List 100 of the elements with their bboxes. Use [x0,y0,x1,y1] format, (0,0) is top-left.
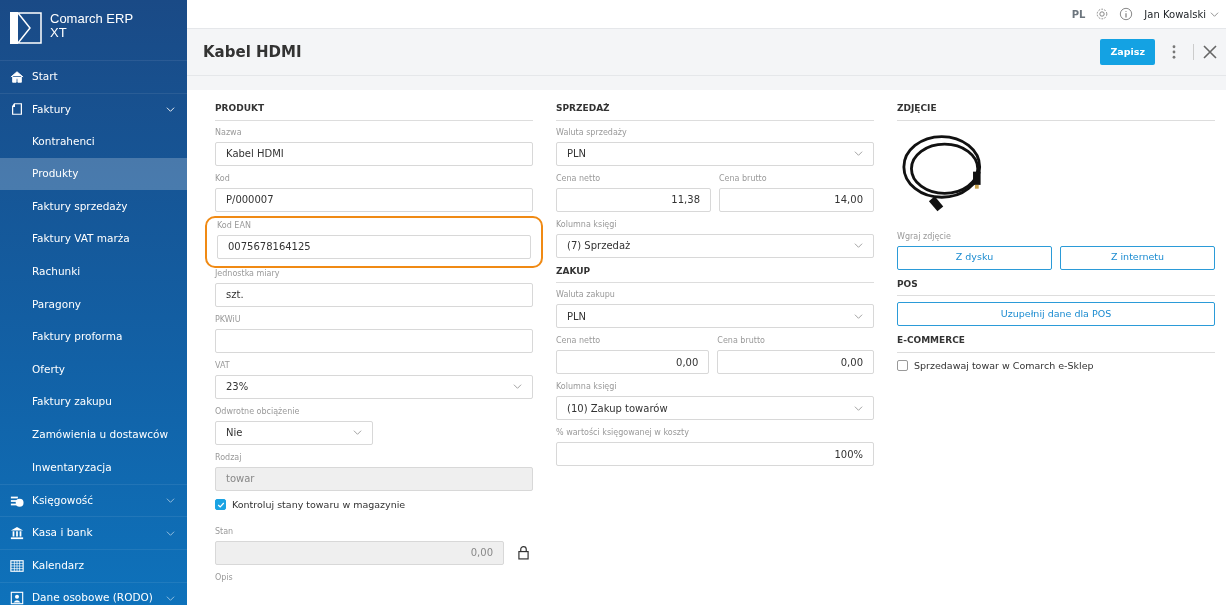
sidebar-label: Kasa i bank [32,525,94,541]
sidebar-label: Kontrahenci [32,133,96,149]
input-field[interactable] [215,328,533,353]
sidebar-item[interactable]: Kasa i bank [0,516,187,549]
checkbox[interactable] [215,499,226,511]
more-vertical-icon [1172,45,1176,59]
field-label: Cena brutto [719,172,768,185]
person-card-icon [10,591,24,605]
field-label: PKWiU [215,313,242,326]
input-field[interactable]: 0,00 [717,350,874,374]
sidebar-item[interactable]: Faktury [0,92,187,126]
field-label: Stan [215,525,235,538]
sidebar-item[interactable]: Faktury zakupu [0,385,187,419]
more-menu-button[interactable] [1171,44,1177,60]
sidebar-label: Start [32,68,59,84]
brand-name: XT [50,26,68,41]
input-field[interactable]: 100% [556,442,874,466]
field-label: Nazwa [215,126,243,139]
input-field[interactable]: 14,00 [719,187,874,212]
close-button[interactable] [1202,44,1218,60]
home-icon [10,69,24,84]
calendar-icon [10,558,24,573]
sidebar-label: Faktury sprzedaży [32,198,129,214]
section-title: PRODUKT [215,102,533,121]
checkbox-label: Kontroluj stany towaru w magazynie [232,497,406,512]
input-field: towar [215,466,533,491]
section-title: POS [897,277,1215,296]
checkbox[interactable] [897,360,908,372]
field-label: Opis [215,571,234,584]
chevron-down-icon [854,311,863,321]
chevron-down-icon [854,403,863,413]
sidebar-item[interactable]: Rachunki [0,255,187,289]
field-label: Cena netto [556,335,602,347]
outline-button[interactable]: Z dysku [897,245,1052,270]
sidebar-label: Dane osobowe (RODO) [32,590,154,605]
sidebar-label: Faktury zakupu [32,394,113,410]
input-field: 0,00 [215,540,504,565]
field-label: Kolumna księgi [556,218,618,231]
lock-icon [518,544,529,560]
select-field[interactable]: (7) Sprzedaż [556,233,874,258]
section-title: E-COMMERCE [897,334,1215,353]
sidebar-item[interactable]: Zamówienia u dostawców [0,418,187,452]
field-label: Kod [215,172,231,185]
input-field[interactable]: P/000007 [215,187,533,212]
sidebar-item[interactable]: Kontrahenci [0,125,187,158]
select-field[interactable]: PLN [556,141,874,166]
sidebar-item[interactable]: Paragony [0,288,187,321]
input-field[interactable]: Kabel HDMI [215,141,533,166]
select-field[interactable]: 23% [215,374,533,399]
input-field[interactable]: 0,00 [556,350,710,374]
info-icon [1119,7,1134,21]
bank-icon [10,526,24,541]
field-label: Kod EAN [217,219,252,232]
section-title: SPRZEDAŻ [556,102,874,121]
field-label: Waluta sprzedaży [556,126,628,139]
chevron-down-icon [166,496,175,505]
sidebar-label: Paragony [32,296,82,312]
chevron-down-icon [854,149,863,158]
sidebar-item[interactable]: Księgowość [0,483,187,517]
sidebar-label: Faktury VAT marża [32,231,131,247]
sidebar-item[interactable]: Oferty [0,353,187,386]
sidebar-label: Zamówienia u dostawców [32,426,170,442]
outline-button[interactable]: Uzupełnij dane dla POS [897,302,1215,326]
field-label: Waluta zakupu [556,289,616,301]
chevron-down-icon [166,104,175,114]
outline-button[interactable]: Z internetu [1060,245,1215,270]
field-label: Kolumna księgi [556,381,618,393]
user-menu[interactable]: Jan Kowalski [1143,5,1220,23]
field-label: % wartości księgowanej w koszty [556,427,690,439]
chevron-down-icon [854,241,863,250]
sidebar-label: Księgowość [32,492,95,508]
chevron-down-icon [353,428,362,437]
section-title: ZAKUP [556,264,874,283]
field-label: Wgraj zdjęcie [897,230,952,243]
select-field[interactable]: (10) Zakup towarów [556,396,874,420]
sidebar-item[interactable]: Faktury proforma [0,320,187,354]
brand-name: Comarch ERP [50,12,134,27]
sidebar-label: Kalendarz [32,557,86,573]
select-field[interactable]: Nie [215,420,373,445]
sidebar-item[interactable]: Produkty [0,157,187,191]
sidebar-item[interactable]: Faktury VAT marża [0,222,187,256]
sidebar-item[interactable]: Start [0,60,187,93]
field-label: Cena netto [556,172,602,185]
field-label: Jednostka miary [215,267,281,280]
section-title: ZDJĘCIE [897,102,1215,121]
select-field[interactable]: PLN [556,304,874,328]
field-label: Cena brutto [717,335,766,347]
chevron-down-icon [166,593,175,603]
sidebar-label: Oferty [32,361,67,377]
input-field[interactable]: 11,38 [556,187,711,212]
sidebar-item[interactable]: Kalendarz [0,548,187,582]
sidebar-label: Produkty [32,166,80,182]
logo-icon [10,12,42,44]
settings-icon [1095,7,1110,21]
sidebar-item[interactable]: Inwentaryzacja [0,451,187,484]
sidebar-item[interactable]: Faktury sprzedaży [0,190,187,223]
sidebar-label: Inwentaryzacja [32,459,113,475]
input-field[interactable]: szt. [215,282,533,307]
input-field[interactable]: 0075678164125 [217,234,531,259]
sidebar-item[interactable]: Dane osobowe (RODO) [0,581,187,605]
